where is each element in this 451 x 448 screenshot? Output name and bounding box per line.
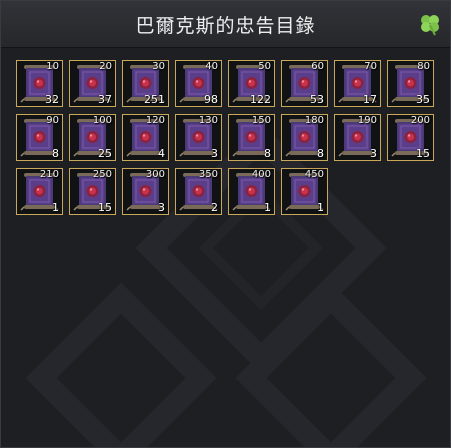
item-slot[interactable]: 400 1 [228,168,275,215]
clover-icon[interactable] [418,12,442,36]
item-slot[interactable]: 350 2 [175,168,222,215]
slot-level-label: 450 [304,169,324,180]
slot-count-label: 1 [264,201,271,214]
slot-count-label: 1 [52,201,59,214]
slot-level-label: 200 [410,115,430,126]
slot-level-label: 20 [99,61,112,72]
slot-level-label: 300 [145,169,165,180]
item-slot[interactable]: 60 53 [281,60,328,107]
slot-level-label: 70 [364,61,377,72]
catalog-window: 巴爾克斯的忠告目錄 10 32 20 37 30 251 40 98 50 12… [0,0,451,448]
slot-level-label: 190 [357,115,377,126]
slot-count-label: 3 [211,147,218,160]
slot-count-label: 25 [98,147,112,160]
item-slot[interactable]: 200 15 [387,114,434,161]
slot-level-label: 60 [311,61,324,72]
slot-count-label: 17 [363,93,377,106]
slot-count-label: 3 [158,201,165,214]
item-slot[interactable]: 150 8 [228,114,275,161]
slot-level-label: 10 [46,61,59,72]
slot-level-label: 210 [39,169,59,180]
slot-level-label: 130 [198,115,218,126]
slot-count-label: 15 [98,201,112,214]
item-slot[interactable]: 80 35 [387,60,434,107]
slot-count-label: 8 [264,147,271,160]
slot-count-label: 32 [45,93,59,106]
slot-count-label: 53 [310,93,324,106]
item-slot[interactable]: 100 25 [69,114,116,161]
slot-count-label: 8 [317,147,324,160]
item-slot[interactable]: 190 3 [334,114,381,161]
item-slot[interactable]: 40 98 [175,60,222,107]
slot-count-label: 122 [250,93,271,106]
window-title: 巴爾克斯的忠告目錄 [135,14,316,37]
item-slot[interactable]: 50 122 [228,60,275,107]
item-slot[interactable]: 30 251 [122,60,169,107]
slot-level-label: 40 [205,61,218,72]
slot-level-label: 90 [46,115,59,126]
item-slot[interactable]: 20 37 [69,60,116,107]
slot-level-label: 250 [92,169,112,180]
slot-count-label: 1 [317,201,324,214]
slot-count-label: 35 [416,93,430,106]
slot-count-label: 98 [204,93,218,106]
item-grid: 10 32 20 37 30 251 40 98 50 122 60 53 70… [16,60,434,215]
slot-level-label: 150 [251,115,271,126]
item-slot[interactable]: 180 8 [281,114,328,161]
slot-level-label: 120 [145,115,165,126]
slot-count-label: 37 [98,93,112,106]
slot-count-label: 251 [144,93,165,106]
slot-count-label: 8 [52,147,59,160]
slot-count-label: 2 [211,201,218,214]
slot-count-label: 4 [158,147,165,160]
item-slot[interactable]: 70 17 [334,60,381,107]
slot-level-label: 30 [152,61,165,72]
item-slot[interactable]: 120 4 [122,114,169,161]
item-slot[interactable]: 450 1 [281,168,328,215]
slot-level-label: 350 [198,169,218,180]
slot-count-label: 15 [416,147,430,160]
slot-count-label: 3 [370,147,377,160]
item-slot[interactable]: 300 3 [122,168,169,215]
slot-level-label: 80 [417,61,430,72]
slot-level-label: 400 [251,169,271,180]
item-slot[interactable]: 250 15 [69,168,116,215]
item-slot[interactable]: 90 8 [16,114,63,161]
item-slot[interactable]: 130 3 [175,114,222,161]
slot-level-label: 100 [92,115,112,126]
slot-level-label: 180 [304,115,324,126]
slot-level-label: 50 [258,61,271,72]
item-slot[interactable]: 10 32 [16,60,63,107]
title-bar: 巴爾克斯的忠告目錄 [1,1,450,48]
item-slot[interactable]: 210 1 [16,168,63,215]
